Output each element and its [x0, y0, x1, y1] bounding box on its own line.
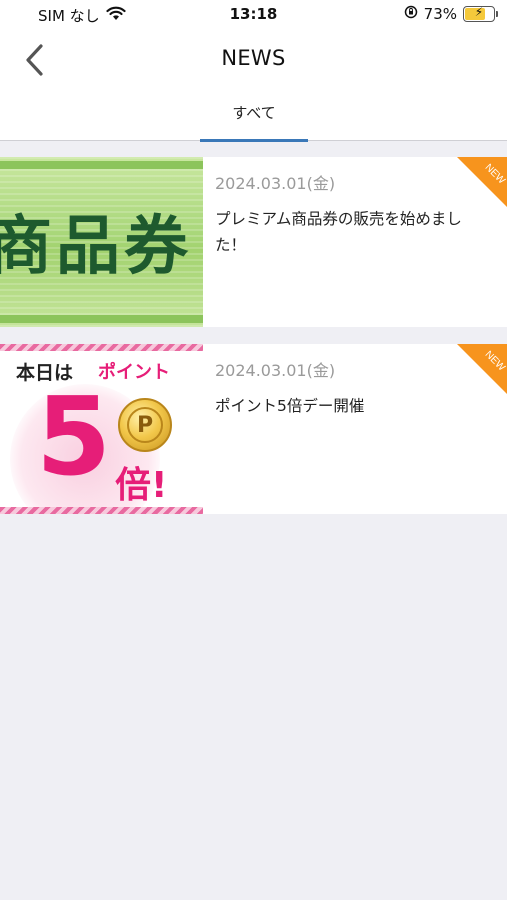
point-coin-icon: P	[118, 398, 172, 452]
battery-percent: 73%	[423, 5, 457, 23]
thumbnail-text-times: 倍!	[115, 465, 168, 506]
orientation-lock-icon	[404, 5, 418, 23]
new-badge: NEW	[457, 344, 507, 394]
news-title: ポイント5倍デー開催	[215, 397, 365, 415]
tab-active-indicator	[200, 139, 308, 142]
tab-all[interactable]: すべて	[200, 90, 308, 142]
thumbnail-voucher-text: 商品券	[0, 210, 192, 284]
news-title: プレミアム商品券の販売を始めました！	[215, 210, 462, 254]
news-thumbnail: 本日は ポイント 5 P 倍!	[0, 344, 203, 514]
news-item[interactable]: 本日は ポイント 5 P 倍! 2024.03.01(金) ポイント5倍デー開催…	[0, 344, 507, 514]
tab-bar: すべて	[0, 90, 507, 142]
status-right: 73% ⚡	[404, 5, 498, 23]
status-bar: SIM なし 13:18 73% ⚡	[0, 0, 507, 30]
news-thumbnail: 商品券	[0, 157, 203, 327]
thumbnail-number: 5	[36, 375, 112, 500]
header-area: SIM なし 13:18 73% ⚡ NEWS すべて	[0, 0, 507, 142]
new-badge: NEW	[457, 157, 507, 207]
tab-all-label: すべて	[232, 104, 276, 122]
page-title: NEWS	[221, 46, 286, 70]
news-item[interactable]: 商品券 2024.03.01(金) プレミアム商品券の販売を始めました！ NEW	[0, 157, 507, 327]
news-date: 2024.03.01(金)	[215, 361, 336, 380]
news-date: 2024.03.01(金)	[215, 174, 336, 193]
navigation-bar: NEWS	[0, 30, 507, 90]
battery-charging-icon: ⚡	[463, 5, 498, 22]
news-list: 商品券 2024.03.01(金) プレミアム商品券の販売を始めました！ NEW…	[0, 157, 507, 514]
